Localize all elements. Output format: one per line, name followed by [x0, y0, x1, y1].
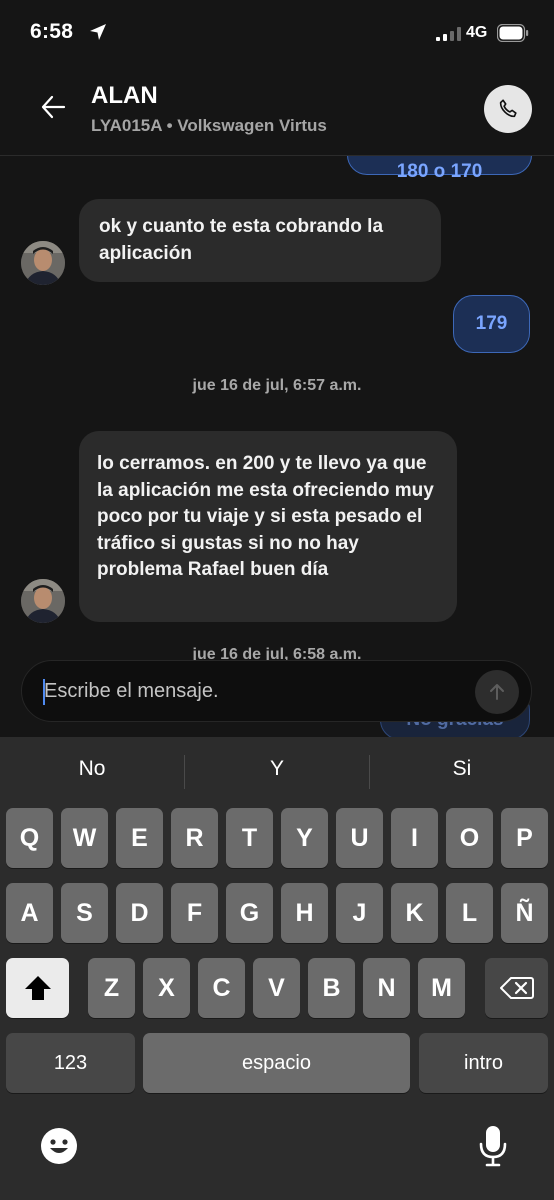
key-q[interactable]: Q: [6, 808, 53, 868]
key-h[interactable]: H: [281, 883, 328, 943]
avatar: [21, 241, 65, 285]
key-i[interactable]: I: [391, 808, 438, 868]
key-v[interactable]: V: [253, 958, 300, 1018]
key-e[interactable]: E: [116, 808, 163, 868]
key-j[interactable]: J: [336, 883, 383, 943]
key-k[interactable]: K: [391, 883, 438, 943]
vehicle-info: LYA015A • Volkswagen Virtus: [91, 116, 327, 135]
key-m[interactable]: M: [418, 958, 465, 1018]
contact-name: ALAN: [91, 82, 158, 109]
message-text: ok y cuanto te esta cobrando la aplicaci…: [99, 216, 384, 264]
key-n-tilde[interactable]: Ñ: [501, 883, 548, 943]
space-key[interactable]: espacio: [143, 1033, 410, 1093]
message-text: 179: [475, 312, 508, 334]
key-b[interactable]: B: [308, 958, 355, 1018]
avatar: [21, 579, 65, 623]
key-z[interactable]: Z: [88, 958, 135, 1018]
phone-icon: [499, 99, 517, 118]
key-o[interactable]: O: [446, 808, 493, 868]
message-text: lo cerramos. en 200 y te llevo ya que la…: [97, 453, 434, 580]
microphone-icon[interactable]: [478, 1124, 508, 1168]
message-incoming: lo cerramos. en 200 y te llevo ya que la…: [79, 431, 457, 622]
arrow-left-icon[interactable]: [40, 94, 66, 120]
message-incoming: ok y cuanto te esta cobrando la aplicaci…: [79, 199, 441, 282]
key-s[interactable]: S: [61, 883, 108, 943]
call-button[interactable]: [484, 85, 532, 133]
suggestion-y[interactable]: Y: [185, 757, 369, 781]
shift-icon: [24, 976, 51, 1000]
key-g[interactable]: G: [226, 883, 273, 943]
send-button[interactable]: [475, 670, 519, 714]
key-d[interactable]: D: [116, 883, 163, 943]
delete-key[interactable]: [485, 958, 548, 1018]
arrow-up-icon: [490, 684, 504, 700]
keyboard: No Y Si Q W E R T Y U I O P A S D F G H …: [0, 737, 554, 1200]
key-l[interactable]: L: [446, 883, 493, 943]
key-y[interactable]: Y: [281, 808, 328, 868]
key-t[interactable]: T: [226, 808, 273, 868]
key-x[interactable]: X: [143, 958, 190, 1018]
suggestion-si[interactable]: Si: [370, 757, 554, 781]
return-key[interactable]: intro: [419, 1033, 548, 1093]
key-w[interactable]: W: [61, 808, 108, 868]
shift-key[interactable]: [6, 958, 69, 1018]
message-input[interactable]: [44, 661, 464, 721]
backspace-icon: [499, 977, 534, 999]
key-p[interactable]: P: [501, 808, 548, 868]
chat-header: ALAN LYA015A • Volkswagen Virtus: [0, 64, 554, 156]
message-composer: [21, 660, 532, 722]
key-f[interactable]: F: [171, 883, 218, 943]
numbers-key[interactable]: 123: [6, 1033, 135, 1093]
message-timestamp: jue 16 de jul, 6:57 a.m.: [192, 377, 362, 394]
key-c[interactable]: C: [198, 958, 245, 1018]
key-r[interactable]: R: [171, 808, 218, 868]
key-u[interactable]: U: [336, 808, 383, 868]
key-n[interactable]: N: [363, 958, 410, 1018]
suggestion-no[interactable]: No: [0, 757, 184, 781]
message-outgoing: 179: [453, 295, 530, 353]
key-a[interactable]: A: [6, 883, 53, 943]
emoji-icon[interactable]: [40, 1127, 78, 1165]
